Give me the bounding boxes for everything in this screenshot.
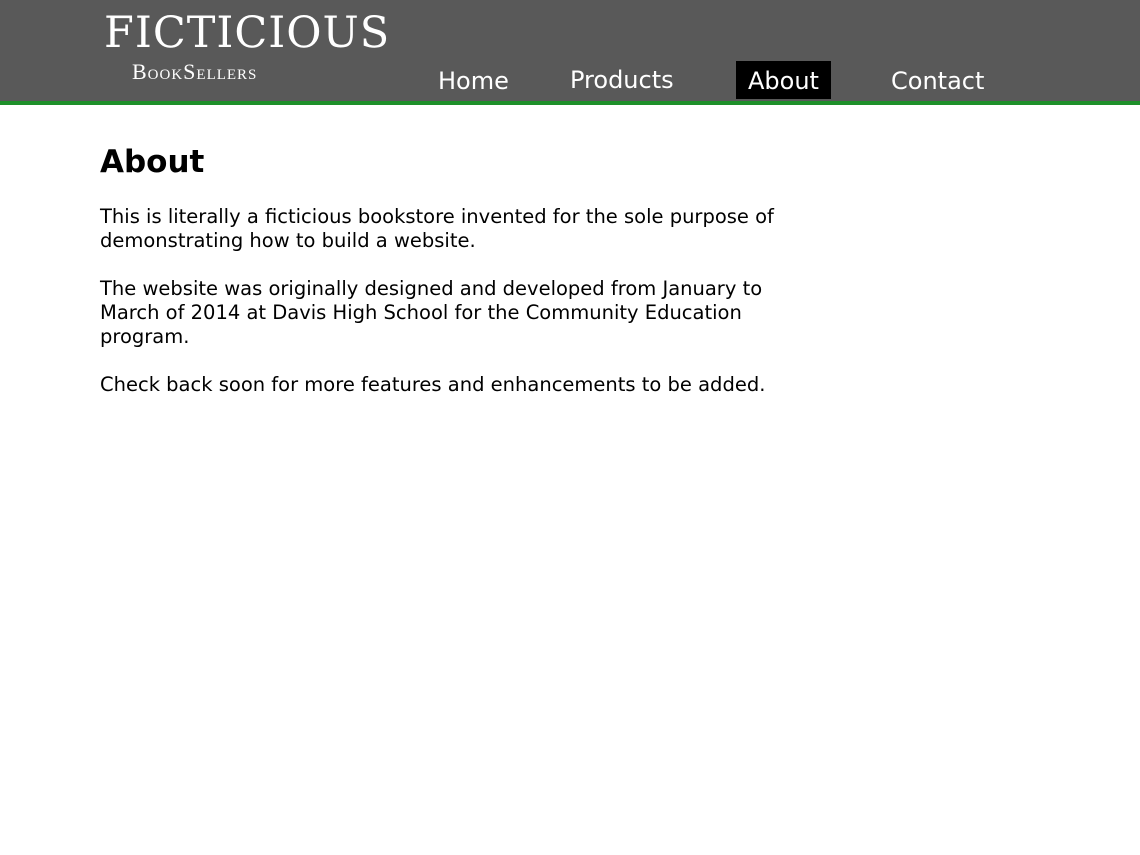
about-paragraph-3: Check back soon for more features and en… <box>100 373 766 396</box>
about-text: This is literally a ficticious bookstore… <box>100 205 800 397</box>
main-content: About This is literally a ficticious boo… <box>100 140 800 421</box>
nav-contact-link[interactable]: Contact <box>891 61 984 99</box>
nav-home-link[interactable]: Home <box>438 61 509 99</box>
nav-about-link[interactable]: About <box>736 61 831 99</box>
site-header: FICTICIOUS BookSellers Home Products Abo… <box>0 0 1140 105</box>
nav-products-link[interactable]: Products <box>570 60 674 98</box>
main-nav: Home Products About Contact <box>0 61 1140 99</box>
about-paragraph-2: The website was originally designed and … <box>100 277 763 348</box>
page-title: About <box>100 144 205 180</box>
logo-title: FICTICIOUS <box>104 8 391 58</box>
about-paragraph-1: This is literally a ficticious bookstore… <box>100 205 774 252</box>
